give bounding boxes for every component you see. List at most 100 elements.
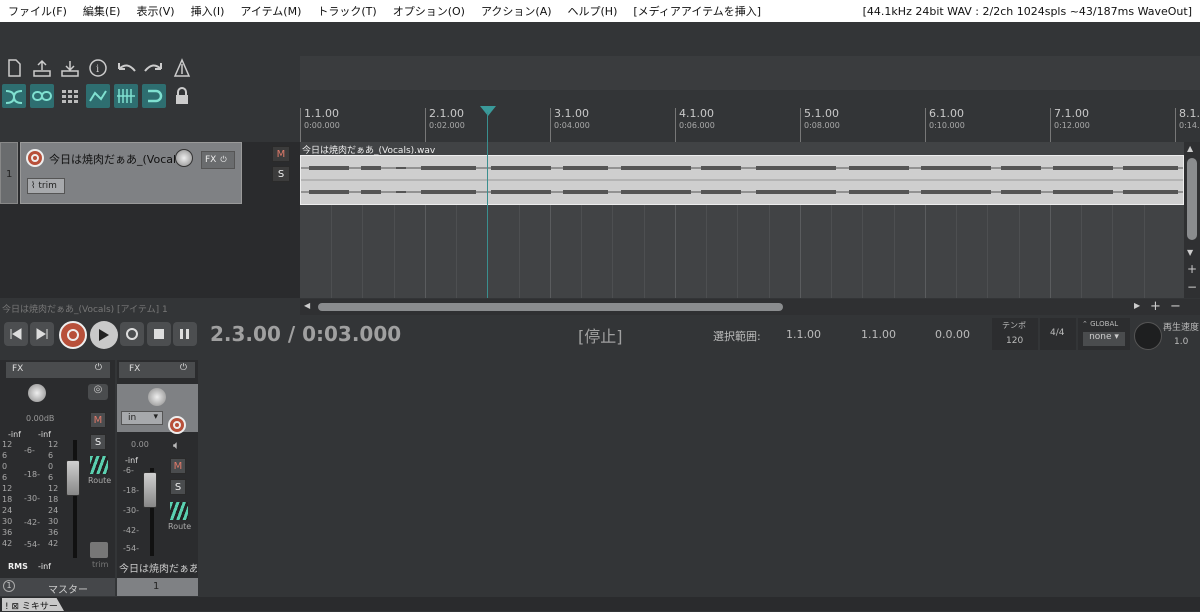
channel-number-plate[interactable]: 1 — [117, 578, 198, 596]
master-mute-button[interactable]: M — [90, 412, 106, 428]
go-to-end-button[interactable] — [30, 322, 54, 346]
project-settings-icon[interactable]: i — [86, 56, 110, 80]
channel-peak: -inf — [125, 456, 138, 465]
horizontal-scroll-thumb — [318, 303, 783, 311]
go-to-start-button[interactable] — [4, 322, 28, 346]
menu-insert-media-status: [メディアアイテムを挿入] — [633, 5, 762, 18]
master-envelope-icon[interactable] — [90, 542, 108, 558]
menu-actions[interactable]: アクション(A) — [473, 3, 560, 19]
arrange-view[interactable]: 今日は焼肉だぁあ_(Vocals).wav — [300, 112, 1184, 298]
stop-button[interactable] — [147, 322, 171, 346]
playrate-value[interactable]: 1.0 — [1174, 337, 1188, 347]
mixer-tab[interactable]: ! ⊠ ミキサー — [2, 598, 64, 611]
svg-text:i: i — [96, 64, 99, 75]
menu-help[interactable]: ヘルプ(H) — [560, 3, 626, 19]
solo-button[interactable]: S — [272, 166, 290, 182]
zoom-in-horizontal-icon: + — [1150, 299, 1161, 314]
master-fx-button[interactable]: FX ⏻ — [6, 362, 110, 378]
master-name-plate[interactable]: 1 マスター — [0, 578, 115, 596]
empty-track-area — [0, 204, 300, 298]
menu-options[interactable]: オプション(O) — [385, 3, 473, 19]
master-mono-icon[interactable]: ◎ — [88, 384, 108, 400]
open-project-icon[interactable] — [30, 56, 54, 80]
loop-icon[interactable] — [142, 84, 166, 108]
lock-icon[interactable] — [170, 84, 194, 108]
master-route-icon[interactable] — [90, 456, 108, 474]
link-icon[interactable] — [30, 84, 54, 108]
master-rms-label: RMS — [8, 562, 28, 571]
ripple-edit-icon[interactable] — [2, 84, 26, 108]
master-peak-right: -inf — [38, 430, 51, 439]
redo-icon[interactable] — [142, 56, 166, 80]
save-project-icon[interactable] — [58, 56, 82, 80]
transport-state: [停止] — [578, 327, 623, 346]
channel-fader[interactable] — [143, 472, 157, 508]
snap-grid-icon[interactable] — [114, 84, 138, 108]
grid-icon[interactable] — [58, 84, 82, 108]
master-fader[interactable] — [66, 460, 80, 496]
channel-route-icon[interactable] — [170, 502, 188, 520]
dock-tab-bar: ! ⊠ ミキサー — [0, 597, 1200, 611]
horizontal-scrollbar[interactable]: ◀ ▶ + − — [300, 299, 1200, 315]
input-select-dropdown[interactable]: in ▾ — [121, 411, 163, 425]
volume-knob[interactable] — [175, 149, 193, 167]
track-number-cell[interactable]: 1 — [0, 142, 18, 204]
ruler-tick: 8.1.00:14.0 — [1175, 108, 1200, 142]
channel-record-arm-button[interactable] — [168, 416, 186, 434]
master-volume[interactable]: 0.00dB — [26, 414, 54, 423]
menu-track[interactable]: トラック(T) — [309, 3, 384, 19]
timeline-ruler[interactable]: 1.1.00 0:00.000 2.1.00 0:02.000 3.1.00 0:04… — [300, 104, 1200, 144]
selection-length[interactable]: 0.0.00 — [935, 328, 970, 341]
channel-name[interactable]: 今日は焼肉だぁあ_(Vocals) — [119, 560, 197, 575]
master-solo-button[interactable]: S — [90, 434, 106, 450]
selection-end[interactable]: 1.1.00 — [861, 328, 896, 341]
playrate-knob[interactable] — [1134, 322, 1162, 350]
track-name[interactable]: 今日は焼肉だぁあ_(Vocals) — [49, 151, 175, 167]
mute-button[interactable]: M — [272, 146, 290, 162]
repeat-button[interactable] — [120, 322, 144, 346]
playhead-marker-icon[interactable] — [480, 106, 496, 116]
vertical-scrollbar[interactable]: ▲ ▼ + − — [1184, 142, 1200, 298]
master-strip: FX ⏻ ◎ 0.00dB -inf -inf 12 6 0 6 12 18 24 30 36 42… — [0, 360, 115, 596]
record-arm-button[interactable] — [26, 149, 44, 167]
media-item[interactable] — [300, 155, 1184, 205]
fx-button[interactable]: FX ⏻ — [201, 151, 235, 169]
master-peak-left: -inf — [8, 430, 21, 439]
channel-scale: -6- -18- -30- -42- -54- — [123, 466, 139, 553]
edit-cursor — [487, 112, 488, 298]
channel-solo-button[interactable]: S — [170, 479, 186, 495]
channel-pan-knob[interactable] — [148, 388, 166, 406]
mixer-empty-area — [200, 360, 1200, 596]
channel-mute-button[interactable]: M — [170, 458, 186, 474]
menu-insert[interactable]: 挿入(I) — [183, 3, 233, 19]
fx-bypass-icon: ⏻ — [220, 155, 227, 164]
undo-icon[interactable] — [114, 56, 138, 80]
metronome-icon[interactable] — [170, 56, 194, 80]
speaker-icon[interactable]: 🔈︎ — [173, 438, 180, 453]
menu-bar: ファイル(F) 編集(E) 表示(V) 挿入(I) アイテム(M) トラック(T… — [0, 0, 1200, 22]
envelope-points-icon[interactable] — [86, 84, 110, 108]
new-project-icon[interactable] — [2, 56, 26, 80]
menu-view[interactable]: 表示(V) — [128, 3, 182, 19]
menu-edit[interactable]: 編集(E) — [75, 3, 129, 19]
menu-item[interactable]: アイテム(M) — [232, 3, 309, 19]
time-signature-box[interactable]: 4/4 — [1040, 318, 1076, 350]
automation-mode-button[interactable]: ⌇ trim — [27, 178, 65, 194]
vertical-scroll-thumb — [1187, 158, 1197, 240]
tempo-box[interactable]: テンポ 120 — [992, 318, 1038, 350]
channel-strip-1: FX ⏻ in ▾ 0.00 -inf -6- -18- -30- -42- -54- 🔈︎… — [117, 360, 198, 596]
channel-volume[interactable]: 0.00 — [131, 440, 149, 449]
channel-fx-button[interactable]: FX ⏻ — [119, 362, 195, 378]
track-header[interactable]: 今日は焼肉だぁあ_(Vocals) FX ⏻ ⌇ trim — [20, 142, 242, 204]
record-button[interactable] — [59, 321, 87, 349]
time-position[interactable]: 2.3.00 / 0:03.000 — [210, 322, 401, 346]
master-pan-knob[interactable] — [28, 384, 46, 402]
selection-label: 選択範囲: — [713, 330, 761, 343]
play-button[interactable] — [90, 321, 118, 349]
menu-file[interactable]: ファイル(F) — [0, 3, 75, 19]
pause-button[interactable] — [173, 322, 197, 346]
ruler-tick: 2.1.00 0:02.000 — [425, 108, 465, 142]
global-automation-box[interactable]: ⌃ GLOBAL none ▾ — [1078, 318, 1130, 350]
zoom-out-horizontal-icon: − — [1170, 299, 1181, 314]
selection-start[interactable]: 1.1.00 — [786, 328, 821, 341]
